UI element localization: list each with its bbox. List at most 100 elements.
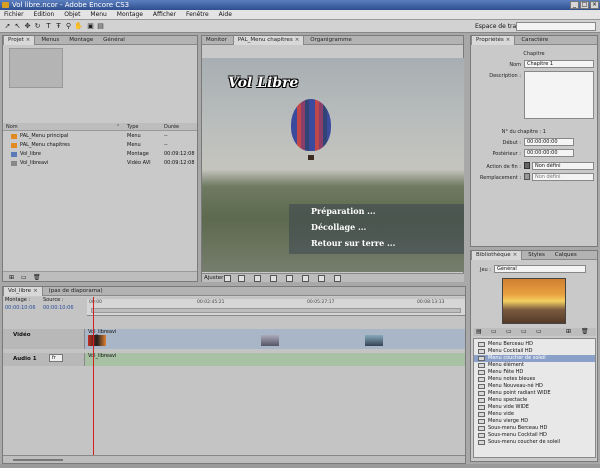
end-action-field[interactable]: Non défini <box>532 162 594 170</box>
new-item-icon[interactable]: ⊞ <box>9 274 14 281</box>
subpicture-icon[interactable] <box>286 275 293 282</box>
menu-fichier[interactable]: Fichier <box>0 10 28 20</box>
maximize-button[interactable]: □ <box>580 1 589 9</box>
name-field[interactable]: Chapitre 1 <box>524 60 594 68</box>
tab-general[interactable]: Général <box>99 36 129 45</box>
chapter-marker-strip[interactable] <box>91 308 461 313</box>
highlight-selected-icon[interactable] <box>318 275 325 282</box>
selection-tool-icon[interactable]: ➚ <box>3 22 12 31</box>
project-row[interactable]: Vol_libreavi Vidéo AVI 00:09:12:08 <box>3 159 197 168</box>
workspace-select[interactable] <box>516 22 596 31</box>
menu-menu[interactable]: Menu <box>86 10 110 20</box>
close-icon[interactable]: × <box>295 37 300 43</box>
move-tool-icon[interactable]: ✥ <box>23 22 32 31</box>
tab-projet[interactable]: Projet × <box>3 36 36 45</box>
tab-vol-libre[interactable]: Vol_libre × <box>3 287 43 296</box>
tab-diaporama[interactable]: (pas de diaporama) <box>45 287 107 296</box>
folder-icon[interactable]: ▭ <box>21 274 27 281</box>
time-ruler[interactable]: 00:00 00:02:45:21 00:05:27:17 00:08:13:1… <box>87 299 465 316</box>
playhead[interactable] <box>93 297 94 459</box>
menu-preview-canvas[interactable]: Vol Libre Préparation ... Décollage ... … <box>202 58 464 272</box>
list-view-icon[interactable]: ▤ <box>476 328 482 335</box>
montage-timecode[interactable]: 00:00:10:06 <box>5 305 36 311</box>
trash-icon[interactable]: 🗑 <box>33 274 41 281</box>
list-item[interactable]: Menu Nouveau-né HD <box>474 383 595 390</box>
audio-track[interactable]: Audio 1 fr Vol_libreavi <box>3 353 465 366</box>
list-item[interactable]: Menu vide <box>474 411 595 418</box>
column-name[interactable]: Nom <box>6 123 18 131</box>
tab-monitor[interactable]: Monitor <box>202 36 231 45</box>
menu-aide[interactable]: Aide <box>215 10 236 20</box>
poster-field[interactable]: 00:00:00:00 <box>524 149 574 157</box>
image-filter-icon[interactable]: ▭ <box>521 328 527 335</box>
zoom-slider[interactable] <box>13 459 63 461</box>
menu-fenetre[interactable]: Fenêtre <box>182 10 213 20</box>
tab-organigramme[interactable]: Organigramme <box>306 36 356 45</box>
tab-pal-menu-chapitres[interactable]: PAL_Menu chapitres × <box>232 36 305 45</box>
fit-label[interactable]: Ajuster <box>204 275 223 281</box>
list-item[interactable]: Sous-menu Cocktail HD <box>474 432 595 439</box>
tab-calques[interactable]: Calques <box>551 251 581 260</box>
rotate-tool-icon[interactable]: ↻ <box>33 22 42 31</box>
new-item-icon[interactable]: ⊞ <box>566 328 571 335</box>
show-buttons-icon[interactable] <box>270 275 277 282</box>
zoom-tool-icon[interactable]: ⚲ <box>64 22 73 31</box>
list-item[interactable]: Sous-menu Berceau HD <box>474 425 595 432</box>
close-button[interactable]: × <box>590 1 599 9</box>
video-track[interactable]: Vidéo Vol_libreavi <box>3 329 465 349</box>
menu-objet[interactable]: Objet <box>60 10 84 20</box>
list-item[interactable]: Menu spectacle <box>474 397 595 404</box>
preview-icon[interactable]: ▣ <box>86 22 95 31</box>
column-duration[interactable]: Durée <box>164 123 179 131</box>
close-icon[interactable]: × <box>513 252 518 258</box>
audio-language-select[interactable]: fr <box>49 354 63 362</box>
minimize-button[interactable]: _ <box>570 1 579 9</box>
menu-filter-icon[interactable]: ▭ <box>491 328 497 335</box>
source-timecode[interactable]: 00:00:10:06 <box>43 305 74 311</box>
list-item[interactable]: Menu Fête HD <box>474 369 595 376</box>
text-tool-icon[interactable]: T <box>44 22 53 31</box>
tab-bibliotheque[interactable]: Bibliothèque × <box>471 251 523 260</box>
list-item[interactable]: Menu notes bleues <box>474 376 595 383</box>
project-row[interactable]: PAL_Menu chapitres Menu -- <box>3 141 197 150</box>
tab-caractere[interactable]: Caractère <box>517 36 552 45</box>
pickwhip-icon[interactable] <box>524 162 530 169</box>
override-field[interactable]: Non défini <box>532 173 594 181</box>
hand-tool-icon[interactable]: ✋ <box>74 22 83 31</box>
list-item[interactable]: Menu Cocktail HD <box>474 348 595 355</box>
highlight-activated-icon[interactable] <box>334 275 341 282</box>
highlight-normal-icon[interactable] <box>302 275 309 282</box>
list-item[interactable]: Menu vierge HD <box>474 418 595 425</box>
text-filter-icon[interactable]: ▭ <box>536 328 542 335</box>
set-select[interactable]: Général <box>494 265 586 273</box>
menu-button-preparation[interactable]: Préparation ... <box>311 206 376 216</box>
direct-selection-tool-icon[interactable]: ↖ <box>13 22 22 31</box>
list-item-selected[interactable]: Menu coucher de soleil <box>474 355 595 362</box>
tab-proprietes[interactable]: Propriétés × <box>471 36 516 45</box>
menu-button-retour[interactable]: Retour sur terre ... <box>311 238 395 248</box>
vertical-text-tool-icon[interactable]: Ŧ <box>54 22 63 31</box>
list-item[interactable]: Menu Berceau HD <box>474 341 595 348</box>
render-icon[interactable]: ▤ <box>96 22 105 31</box>
route-icon[interactable] <box>254 275 261 282</box>
column-type[interactable]: Type <box>127 123 138 131</box>
menu-button-decollage[interactable]: Décollage ... <box>311 222 366 232</box>
start-field[interactable]: 00:00:00:00 <box>524 138 574 146</box>
project-row[interactable]: PAL_Menu principal Menu -- <box>3 132 197 141</box>
list-item[interactable]: Menu vide WIDE <box>474 404 595 411</box>
trash-icon[interactable]: 🗑 <box>581 328 589 335</box>
list-item[interactable]: Menu point radiant WIDE <box>474 390 595 397</box>
tab-menus[interactable]: Menus <box>37 36 63 45</box>
close-icon[interactable]: × <box>33 288 38 294</box>
menu-title[interactable]: Vol Libre <box>228 75 298 91</box>
tab-montage[interactable]: Montage <box>65 36 97 45</box>
project-row[interactable]: Vol_libre Montage 00:09:12:08 <box>3 150 197 159</box>
menu-montage[interactable]: Montage <box>113 10 147 20</box>
close-icon[interactable]: × <box>26 37 31 43</box>
description-field[interactable] <box>524 71 594 119</box>
button-filter-icon[interactable]: ▭ <box>506 328 512 335</box>
menu-afficher[interactable]: Afficher <box>149 10 180 20</box>
list-item[interactable]: Menu élément <box>474 362 595 369</box>
pickwhip-icon[interactable] <box>524 173 530 180</box>
tab-styles[interactable]: Styles <box>524 251 549 260</box>
